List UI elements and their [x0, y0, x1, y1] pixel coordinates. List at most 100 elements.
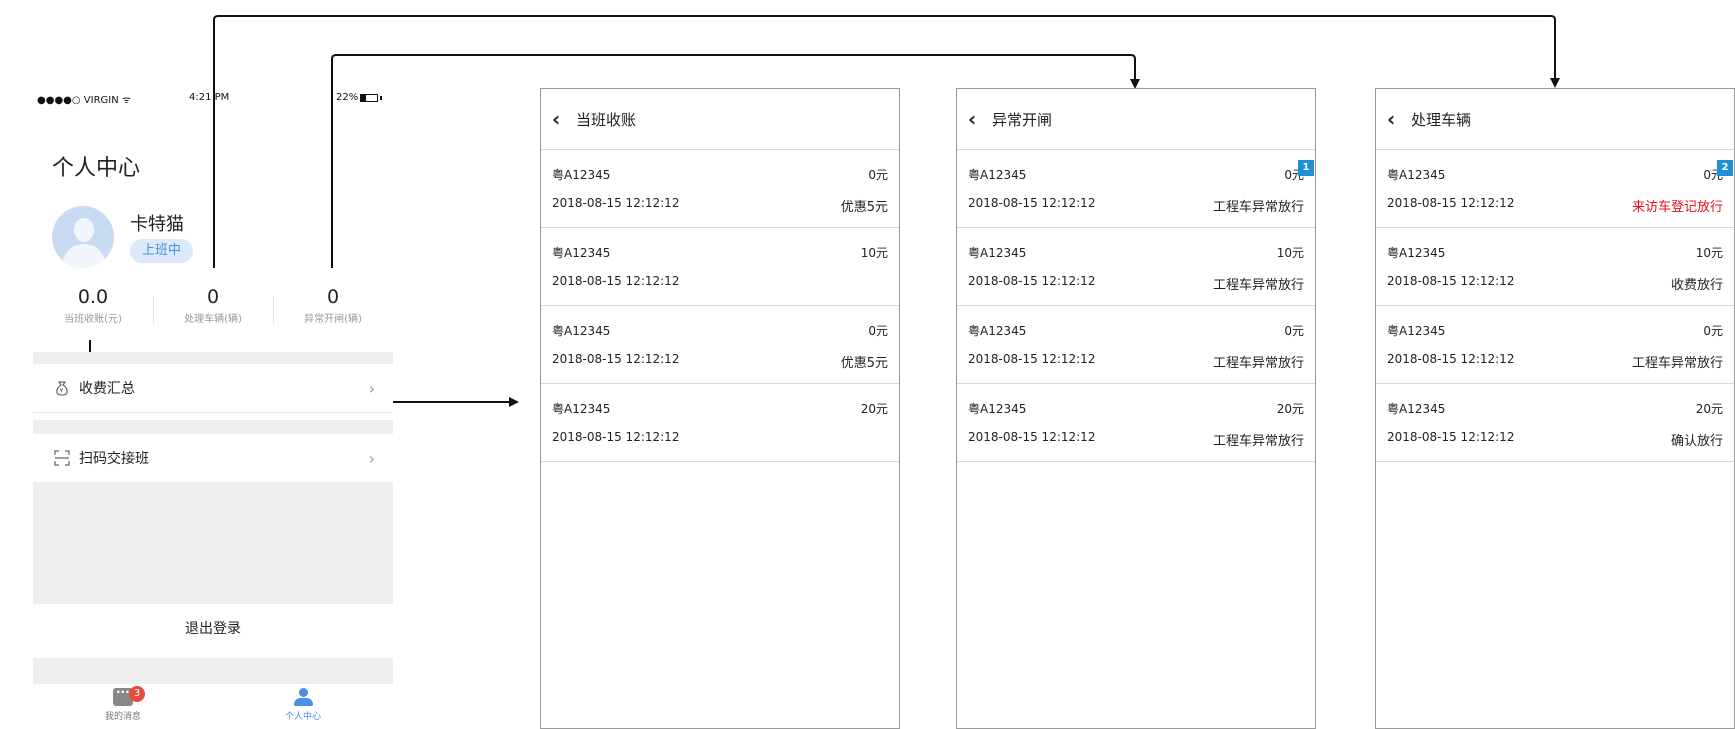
plate-number: 粤A12345 [552, 168, 611, 182]
chevron-right-icon: › [368, 448, 375, 468]
amount: 0元 [1284, 324, 1304, 338]
timestamp: 2018-08-15 12:12:12 [1387, 430, 1515, 444]
amount: 10元 [860, 246, 888, 260]
handled-vehicles-screen: ‹ 处理车辆 粤A12345 0元 2018-08-15 12:12:12 来访… [1375, 88, 1735, 729]
menu-label: 扫码交接班 [79, 451, 149, 467]
abnormal-gate-screen: ‹ 异常开闸 粤A12345 0元 2018-08-15 12:12:12 工程… [956, 88, 1316, 729]
battery-indicator: 22% [336, 92, 383, 103]
amount: 20元 [1276, 402, 1304, 416]
plate-number: 粤A12345 [968, 168, 1027, 182]
list-item[interactable]: 粤A12345 10元 2018-08-15 12:12:12 工程车异常放行 [957, 228, 1315, 306]
chevron-right-icon: › [368, 378, 375, 398]
list-item[interactable]: 粤A12345 20元 2018-08-15 12:12:12 [541, 384, 899, 462]
empty-area [33, 482, 393, 604]
note: 来访车登记放行 [1631, 200, 1723, 215]
tab-label: 个人中心 [284, 712, 321, 722]
clock-label: 4:21 PM [189, 92, 230, 103]
list-item[interactable]: 粤A12345 10元 2018-08-15 12:12:12 收费放行 [1376, 228, 1734, 306]
carrier-label: ●●●●○ VIRGIN ᯤ [37, 95, 132, 106]
plate-number: 粤A12345 [1387, 402, 1446, 416]
note: 工程车异常放行 [1631, 356, 1723, 371]
note: 优惠5元 [840, 200, 888, 215]
note: 优惠5元 [840, 356, 888, 371]
amount: 0元 [1703, 324, 1723, 338]
list-item[interactable]: 粤A12345 20元 2018-08-15 12:12:12 确认放行 [1376, 384, 1734, 462]
svg-text:¥: ¥ [60, 388, 64, 395]
user-icon [293, 688, 313, 706]
stat-label: 处理车辆(辆) [184, 314, 242, 325]
timestamp: 2018-08-15 12:12:12 [968, 274, 1096, 288]
tab-bar: 我的消息 3 个人中心 [33, 684, 393, 729]
timestamp: 2018-08-15 12:12:12 [552, 352, 680, 366]
note: 工程车异常放行 [1212, 356, 1304, 371]
list-item[interactable]: 粤A12345 20元 2018-08-15 12:12:12 工程车异常放行 [957, 384, 1315, 462]
list-item[interactable]: 粤A12345 0元 2018-08-15 12:12:12 优惠5元 [541, 306, 899, 384]
page-title: 个人中心 [52, 156, 141, 181]
plate-number: 粤A12345 [1387, 246, 1446, 260]
timestamp: 2018-08-15 12:12:12 [552, 196, 680, 210]
back-arrow-icon[interactable]: ‹ [968, 107, 986, 131]
amount: 10元 [1695, 246, 1723, 260]
annotation-badge: 2 [1717, 160, 1733, 176]
stat-label: 当班收账(元) [64, 314, 122, 325]
profile-screen: ●●●●○ VIRGIN ᯤ 4:21 PM 22% 个人中心 卡特猫 上班中 … [33, 84, 393, 729]
logout-button[interactable]: 退出登录 [33, 604, 393, 654]
stat-value: 0 [206, 286, 220, 308]
timestamp: 2018-08-15 12:12:12 [1387, 352, 1515, 366]
list-item[interactable]: 粤A12345 0元 2018-08-15 12:12:12 工程车异常放行 [957, 306, 1315, 384]
divider-band [33, 420, 393, 434]
divider-band [33, 658, 393, 684]
amount: 20元 [860, 402, 888, 416]
stat-value: 0 [326, 286, 340, 308]
timestamp: 2018-08-15 12:12:12 [968, 430, 1096, 444]
plate-number: 粤A12345 [968, 402, 1027, 416]
duty-status-badge: 上班中 [130, 239, 194, 263]
plate-number: 粤A12345 [552, 324, 611, 338]
stats-row: 0.0 当班收账(元) 0 处理车辆(辆) 0 异常开闸(辆) [33, 286, 393, 336]
timestamp: 2018-08-15 12:12:12 [552, 430, 680, 444]
stat-handled-vehicles[interactable]: 0 处理车辆(辆) [153, 286, 273, 325]
timestamp: 2018-08-15 12:12:12 [968, 352, 1096, 366]
plate-number: 粤A12345 [552, 246, 611, 260]
back-arrow-icon[interactable]: ‹ [552, 107, 570, 131]
plate-number: 粤A12345 [968, 324, 1027, 338]
list-item[interactable]: 粤A12345 0元 2018-08-15 12:12:12 工程车异常放行 [1376, 306, 1734, 384]
list-item[interactable]: 粤A12345 0元 2018-08-15 12:12:12 工程车异常放行 1 [957, 150, 1315, 228]
plate-number: 粤A12345 [552, 402, 611, 416]
stat-shift-income[interactable]: 0.0 当班收账(元) [33, 286, 153, 325]
annotation-badge: 1 [1298, 160, 1314, 176]
timestamp: 2018-08-15 12:12:12 [552, 274, 680, 288]
username: 卡特猫 [130, 214, 184, 235]
list-item[interactable]: 粤A12345 0元 2018-08-15 12:12:12 来访车登记放行 2 [1376, 150, 1734, 228]
stat-label: 异常开闸(辆) [304, 314, 362, 325]
amount: 0元 [868, 168, 888, 182]
note: 工程车异常放行 [1212, 278, 1304, 293]
back-arrow-icon[interactable]: ‹ [1387, 107, 1405, 131]
list-item[interactable]: 粤A12345 0元 2018-08-15 12:12:12 优惠5元 [541, 150, 899, 228]
screen-title: 异常开闸 [992, 110, 1053, 129]
screen-header: ‹ 异常开闸 [957, 89, 1315, 150]
timestamp: 2018-08-15 12:12:12 [968, 196, 1096, 210]
list-item[interactable]: 粤A12345 10元 2018-08-15 12:12:12 [541, 228, 899, 306]
note: 收费放行 [1670, 278, 1723, 293]
notification-badge: 3 [129, 686, 145, 702]
avatar[interactable] [52, 206, 114, 268]
shift-income-screen: ‹ 当班收账 粤A12345 0元 2018-08-15 12:12:12 优惠… [540, 88, 900, 729]
plate-number: 粤A12345 [1387, 168, 1446, 182]
screen-header: ‹ 处理车辆 [1376, 89, 1734, 150]
screen-title: 处理车辆 [1411, 110, 1472, 129]
menu-item-scan-handover[interactable]: 扫码交接班 › [33, 434, 393, 482]
tab-personal-center[interactable]: 个人中心 [213, 688, 393, 722]
tab-messages[interactable]: 我的消息 3 [33, 685, 213, 722]
plate-number: 粤A12345 [968, 246, 1027, 260]
screen-title: 当班收账 [576, 110, 637, 129]
stat-abnormal-gate[interactable]: 0 异常开闸(辆) [273, 286, 393, 325]
amount: 20元 [1695, 402, 1723, 416]
menu-label: 收费汇总 [79, 381, 135, 397]
screen-header: ‹ 当班收账 [541, 89, 899, 150]
amount: 10元 [1276, 246, 1304, 260]
divider-band [33, 352, 393, 364]
menu-item-fee-summary[interactable]: ¥ 收费汇总 › [33, 364, 393, 412]
money-bag-icon: ¥ [53, 379, 71, 397]
battery-icon [360, 93, 379, 102]
